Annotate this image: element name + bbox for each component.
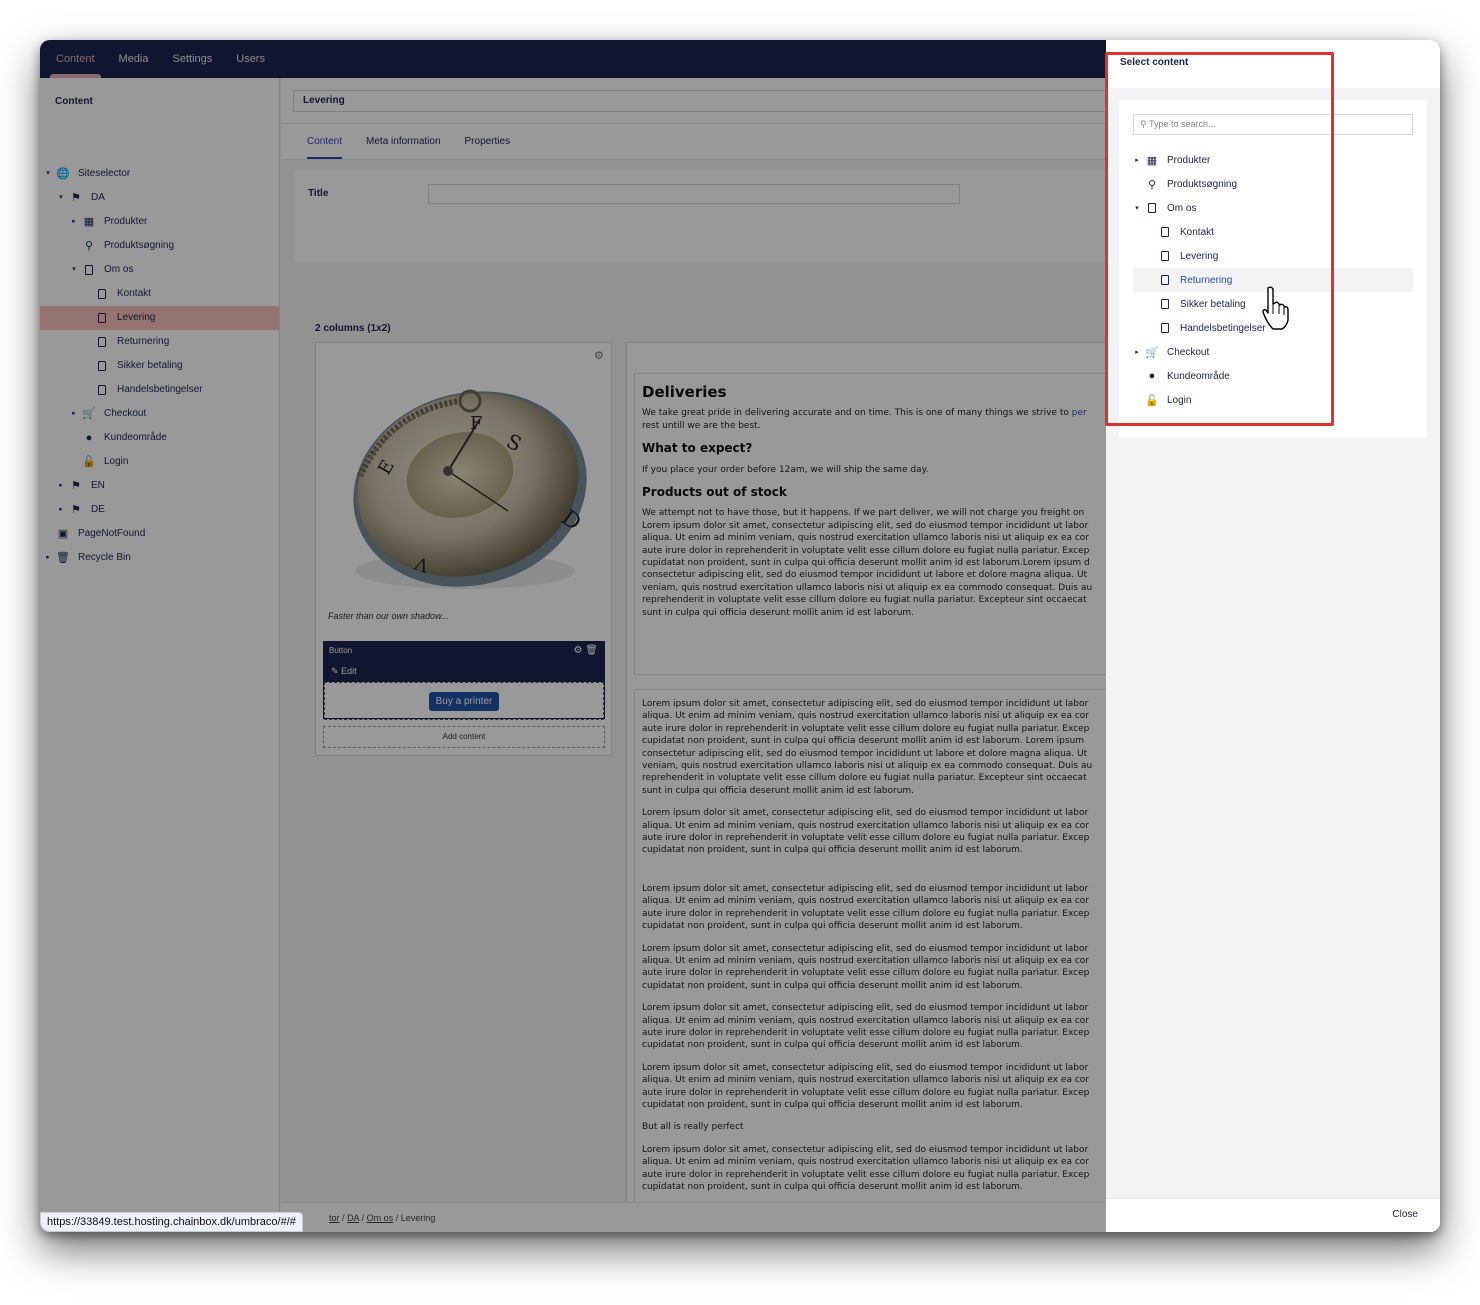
- hand-cursor-icon: [1262, 286, 1289, 330]
- highlight-box: [1105, 52, 1334, 426]
- dialog-footer: Close: [1106, 1198, 1440, 1232]
- status-url: https://33849.test.hosting.chainbox.dk/u…: [40, 1212, 303, 1232]
- close-button[interactable]: Close: [1392, 1209, 1418, 1220]
- modal-backdrop[interactable]: [40, 40, 1106, 1232]
